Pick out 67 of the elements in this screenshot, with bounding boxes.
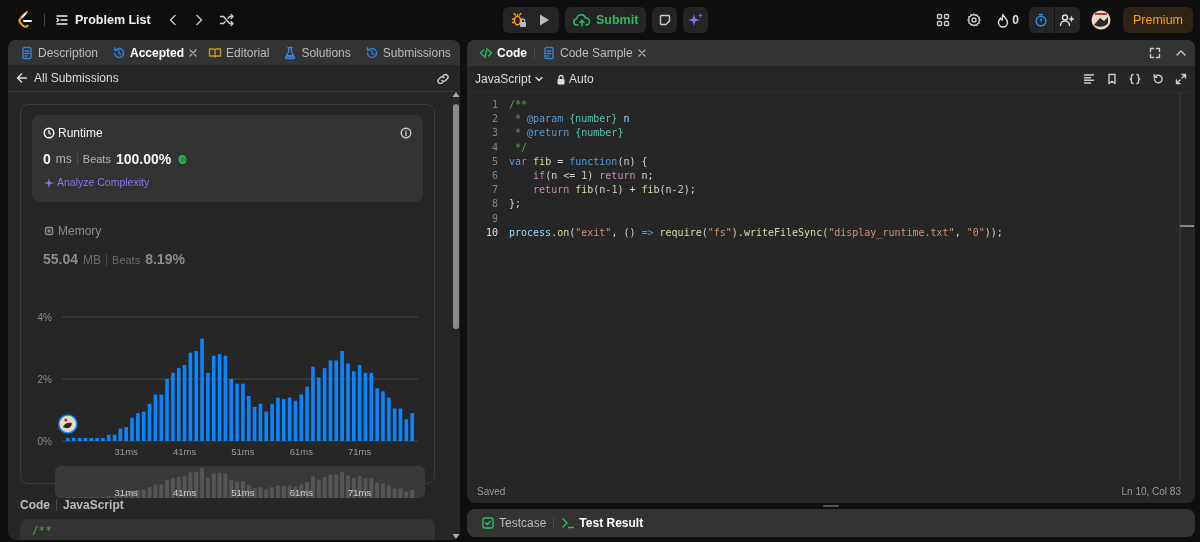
axis-label: 61ms [289,446,313,458]
save-status: Saved [477,485,506,499]
range-selector[interactable]: 31ms 41ms 51ms 61ms 71ms [55,466,425,499]
back-link[interactable]: All Submissions [16,69,119,88]
line-number: 6 [490,168,499,183]
analyze-complexity-link[interactable]: Analyze Complexity [43,174,150,191]
line-number: 3 [490,126,499,141]
code-line: * @param {number} n [514,112,631,127]
axis-label: 61ms [289,487,313,499]
panel-tab[interactable]: Submissions [360,43,455,62]
panel-tab[interactable]: Editorial [204,43,274,62]
stat-title: Memory [58,223,102,241]
submit-button[interactable]: Submit [565,7,647,33]
code-line: * @return {number} [514,126,625,141]
panel-tab[interactable]: Solutions [279,43,355,62]
panel-tab[interactable]: Code [475,44,531,62]
panel-tab[interactable]: Description [16,43,103,62]
beats-percent: 100.00% [115,149,172,169]
code-line: if(n <= 1) return n; [532,168,655,183]
code-line: /** [509,98,529,112]
axis-label: 51ms [231,446,255,458]
code-line: return fib(n-1) + fib(n-2); [532,183,697,198]
stat-card[interactable]: Runtime 0 ms Beats 100.00% Analyze Complexity [32,114,423,203]
stat-card[interactable]: Memory 55.04 MB Beats 8.19% [32,213,423,280]
axis-label: 31ms [114,446,138,458]
code-line: }; [509,197,523,212]
section-label: Code [20,496,50,514]
code-line: */ [514,140,529,155]
axis-label: 4% [37,311,52,323]
axis-label: 51ms [231,487,255,499]
panel-tab[interactable]: Testcase [477,514,551,532]
code-line: /** [32,523,52,537]
line-number: 1 [490,98,499,112]
premium-button[interactable]: Premium [1123,7,1193,33]
beats-label: Beats [112,252,141,268]
panel-tab[interactable]: Test Result [557,514,648,532]
line-number: 8 [490,197,499,212]
panel-tab[interactable]: Code Sample [538,44,637,62]
axis-label: 71ms [348,487,372,499]
stat-unit: ms [55,151,72,169]
axis-label: 0% [37,435,52,447]
line-number: 9 [490,211,499,226]
stat-unit: MB [83,251,102,269]
axis-label: 2% [37,373,52,385]
stat-title: Runtime [58,124,103,142]
streak-counter[interactable]: 0 [997,11,1019,29]
axis-label: 71ms [348,446,372,458]
problem-list-link[interactable]: Problem List [55,10,151,30]
panel-tab[interactable]: Accepted [108,43,189,62]
beats-label: Beats [82,152,111,168]
line-number: 4 [490,140,499,155]
line-number: 7 [490,183,499,198]
stat-value: 55.04 [43,250,79,270]
line-number: 2 [490,112,499,127]
language-label: JavaScript [63,496,124,514]
language-dropdown[interactable]: JavaScript [475,70,545,88]
line-number: 10 [484,225,499,240]
code-line: process.on("exit", () => require("fs").writeFileSync("display_runtime.txt", "0")); [509,225,1004,240]
cursor-position: Ln 10, Col 83 [1121,485,1181,499]
axis-label: 41ms [172,446,197,458]
code-line: var fib = function(n) { [509,154,649,169]
axis-label: 41ms [172,487,197,499]
beats-percent: 8.19% [145,250,185,270]
line-number: 5 [490,154,499,169]
stat-value: 0 [43,149,51,169]
axis-label: 31ms [114,487,138,499]
auto-mode-toggle[interactable]: Auto [556,70,594,88]
